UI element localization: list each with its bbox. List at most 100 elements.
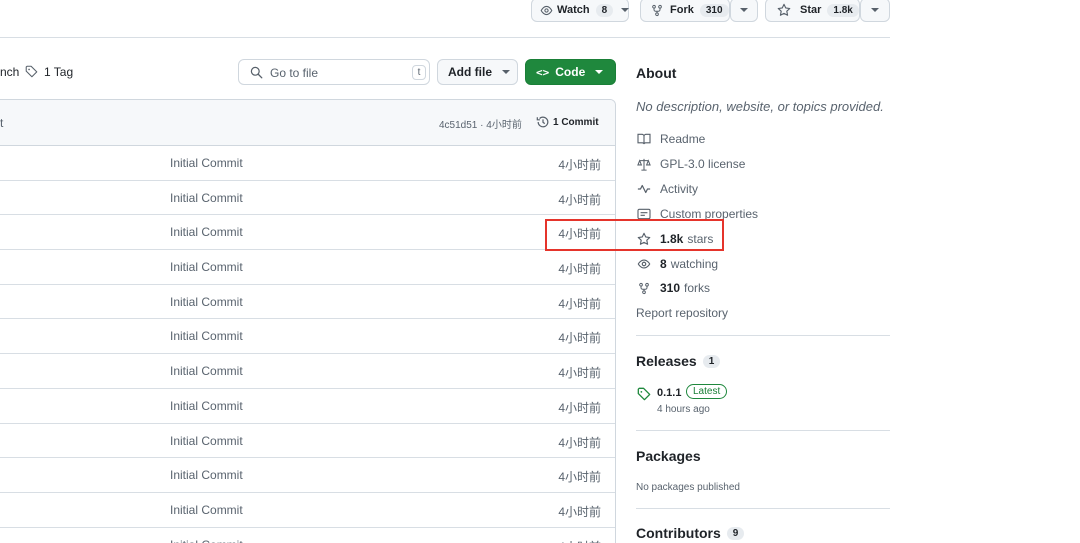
watch-button[interactable]: Watch 8 <box>531 0 630 22</box>
table-row[interactable]: Initial Commit4小时前 <box>0 215 615 251</box>
packages-empty-text: No packages published <box>636 482 740 493</box>
file-list: Initial Commit 4小时前 Initial Commit 4小时前 Init… <box>0 146 615 543</box>
history-icon <box>536 115 550 129</box>
fork-icon <box>651 4 663 17</box>
commit-time: 4小时前 <box>558 192 601 207</box>
commits-link[interactable]: 1 Commit <box>553 117 599 128</box>
commit-message-link[interactable]: Initial Commit <box>170 156 243 170</box>
branch-count-link[interactable]: nch <box>0 65 19 79</box>
fork-button[interactable]: Fork 310 <box>640 0 730 22</box>
commit-message-link[interactable]: Initial Commit <box>170 260 243 274</box>
latest-badge: Latest <box>686 384 728 399</box>
sidebar-divider <box>636 430 890 431</box>
table-row[interactable]: Initial Commit 4小时前 <box>0 424 615 459</box>
table-row[interactable]: Initial Commit 4小时前 <box>0 528 615 543</box>
table-row[interactable]: Initial Commit 4小时前 <box>0 389 615 424</box>
commit-message-link[interactable]: Initial Commit <box>170 468 243 482</box>
go-to-file-input[interactable]: Go to file t <box>238 59 430 85</box>
license-label: GPL-3.0 license <box>660 157 746 171</box>
sidebar-divider <box>636 335 890 336</box>
commit-time: 4小时前 <box>558 158 601 172</box>
readme-label: Readme <box>660 132 706 146</box>
commit-time: 4小时前 <box>558 400 601 415</box>
commit-message-link[interactable]: Initial Commit <box>170 364 243 378</box>
commit-message-link[interactable]: Initial Commit <box>170 434 243 448</box>
about-description: No description, website, or topics provi… <box>636 99 884 114</box>
fork-dropdown-button[interactable] <box>730 0 758 22</box>
latest-commit-bar: t 4c51d51 · 4小时前 1 Commit <box>0 100 615 146</box>
eye-icon <box>636 258 652 270</box>
book-icon <box>636 133 652 145</box>
commit-time: 4小时前 <box>558 435 601 450</box>
shortcut-key: t <box>412 65 426 80</box>
star-icon <box>777 3 791 17</box>
table-row[interactable]: Initial Commit 4小时前 <box>0 250 615 285</box>
activity-label: Activity <box>660 182 699 196</box>
code-icon: <> <box>536 65 550 79</box>
search-icon <box>250 66 263 79</box>
commit-time: 4小时前 <box>558 296 601 311</box>
table-row[interactable]: Initial Commit 4小时前 <box>0 493 615 528</box>
readme-link[interactable]: Readme <box>636 132 705 146</box>
code-button[interactable]: <> Code <box>525 59 616 85</box>
commit-time: 4小时前 <box>558 470 601 485</box>
watching-count: 8 <box>660 257 667 271</box>
commit-message-link[interactable]: Initial Commit <box>170 399 243 413</box>
license-link[interactable]: GPL-3.0 license <box>636 157 745 171</box>
sidebar-divider <box>636 508 890 509</box>
commit-message-link[interactable]: Initial Commit <box>170 295 243 309</box>
table-row[interactable]: Initial Commit 4小时前 <box>0 181 615 216</box>
commit-author-fragment: t <box>0 116 4 130</box>
commit-time: 4小时前 <box>558 366 601 381</box>
chevron-down-icon <box>740 8 748 12</box>
commit-time: 4小时前 <box>558 331 601 346</box>
star-label: Star <box>800 4 822 16</box>
forks-link[interactable]: 310 forks <box>636 281 710 295</box>
star-dropdown-button[interactable] <box>860 0 890 22</box>
release-version-link[interactable]: 0.1.1 <box>657 387 681 399</box>
chevron-down-icon <box>621 8 630 12</box>
table-row[interactable]: Initial Commit 4小时前 <box>0 458 615 493</box>
table-row[interactable]: Initial Commit 4小时前 <box>0 319 615 355</box>
fork-label: Fork <box>670 4 694 16</box>
fork-count: 310 <box>699 3 729 17</box>
watchers-link[interactable]: 8 watching <box>636 257 718 271</box>
table-row[interactable]: Initial Commit 4小时前 <box>0 354 615 389</box>
header-divider <box>0 37 890 38</box>
table-row[interactable]: Initial Commit 4小时前 <box>0 285 615 320</box>
star-button[interactable]: Star 1.8k <box>765 0 860 22</box>
watching-label: watching <box>670 257 719 271</box>
commit-message-link[interactable]: Initial Commit <box>170 329 243 343</box>
chevron-down-icon <box>502 70 510 74</box>
commit-message-link[interactable]: Initial Commit <box>170 538 243 543</box>
commit-hash-time[interactable]: 4c51d51 · 4小时前 <box>439 116 522 131</box>
packages-heading[interactable]: Packages <box>636 448 701 464</box>
forks-count: 310 <box>660 281 681 295</box>
contributors-heading[interactable]: Contributors 9 <box>636 525 745 541</box>
add-file-button[interactable]: Add file <box>437 59 518 85</box>
releases-heading[interactable]: Releases 1 <box>636 353 721 369</box>
about-heading: About <box>636 65 677 81</box>
commit-message-link[interactable]: Initial Commit <box>170 225 243 239</box>
forks-label: forks <box>684 281 711 295</box>
release-date: 4 hours ago <box>657 404 710 415</box>
table-row[interactable]: Initial Commit 4小时前 <box>0 146 615 181</box>
report-repository-link[interactable]: Report repository <box>636 306 728 320</box>
fork-icon <box>636 282 652 295</box>
chevron-down-icon <box>871 8 879 12</box>
law-icon <box>636 158 652 171</box>
search-placeholder: Go to file <box>270 66 319 80</box>
chevron-down-icon <box>595 70 604 74</box>
releases-count: 1 <box>702 354 721 368</box>
commit-time: 4小时前 <box>558 262 601 277</box>
commit-message-link[interactable]: Initial Commit <box>170 503 243 517</box>
eye-icon <box>540 4 553 17</box>
activity-link[interactable]: Activity <box>636 182 698 196</box>
pulse-icon <box>636 183 652 195</box>
commit-message-link[interactable]: Initial Commit <box>170 191 243 205</box>
commit-time: 4小时前 <box>558 504 601 519</box>
add-file-label: Add file <box>448 65 492 79</box>
tag-icon <box>637 387 651 401</box>
commit-time: 4小时前 <box>558 538 601 543</box>
tags-link[interactable]: 1 Tag <box>44 65 73 79</box>
